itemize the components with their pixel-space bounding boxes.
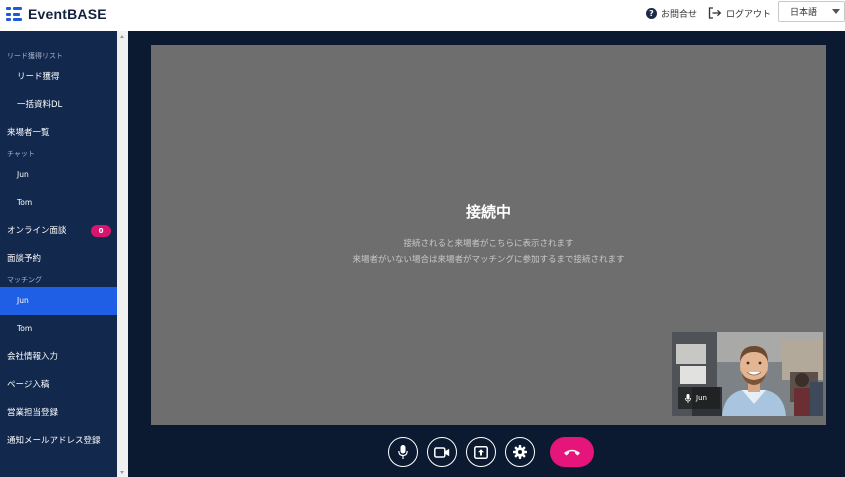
scroll-down-icon[interactable] — [120, 471, 124, 474]
video-camera-icon — [434, 446, 450, 458]
logo-text: EventBASE — [28, 6, 107, 22]
toggle-camera-button[interactable] — [427, 437, 457, 467]
count-badge: 0 — [91, 225, 111, 237]
scroll-up-icon[interactable] — [120, 35, 124, 38]
sidebar-scrollbar[interactable] — [117, 31, 128, 477]
self-name-label: Jun — [696, 394, 707, 402]
sidebar-item-page-entry[interactable]: ページ入稿 — [0, 371, 117, 399]
connection-message-2: 来場者がいない場合は来場者がマッチングに参加するまで接続されます — [352, 255, 625, 265]
sidebar-item-chat-jun[interactable]: Jun — [0, 161, 117, 189]
sidebar-item-visitor-list[interactable]: 来場者一覧 — [0, 119, 117, 147]
connection-message-1: 接続されると来場者がこちらに表示されます — [403, 239, 574, 249]
sidebar-item-interview-booking[interactable]: 面談予約 — [0, 245, 117, 273]
call-controls — [388, 437, 594, 467]
screen-share-button[interactable] — [466, 437, 496, 467]
sidebar-item-notify-email[interactable]: 通知メールアドレス登録 — [0, 427, 117, 455]
video-call-area: 接続中 接続されると来場者がこちらに表示されます 来場者がいない場合は来場者がマ… — [128, 31, 845, 477]
logout-label: ログアウト — [726, 9, 772, 20]
sidebar-item-matching-jun[interactable]: Jun — [0, 287, 117, 315]
self-video-preview: Jun — [672, 332, 823, 416]
help-label: お問合せ — [661, 9, 698, 20]
sidebar-menu: リード獲得リスト リード獲得 一括資料DL 来場者一覧 チャット Jun Tom… — [0, 31, 117, 477]
sidebar-item-matching-tom[interactable]: Tom — [0, 315, 117, 343]
logout-link[interactable]: ログアウト — [708, 5, 771, 21]
app-header: EventBASE ? お問合せ ログアウト 日本語 — [0, 0, 845, 31]
language-value: 日本語 — [790, 8, 818, 18]
end-call-button[interactable] — [550, 437, 594, 467]
sidebar-item-lead-acquisition[interactable]: リード獲得 — [0, 63, 117, 91]
sidebar-item-chat-tom[interactable]: Tom — [0, 189, 117, 217]
question-circle-icon: ? — [646, 7, 657, 19]
mute-mic-button[interactable] — [388, 437, 418, 467]
self-name-tag: Jun — [678, 387, 720, 409]
phone-hangup-icon — [564, 449, 580, 455]
connection-status-title: 接続中 — [465, 203, 511, 221]
sidebar-item-bulk-download[interactable]: 一括資料DL — [0, 91, 117, 119]
sidebar: リード獲得リスト リード獲得 一括資料DL 来場者一覧 チャット Jun Tom… — [0, 31, 128, 477]
language-select[interactable]: 日本語 — [778, 1, 845, 22]
section-label-leads: リード獲得リスト — [7, 52, 63, 60]
settings-button[interactable] — [505, 437, 535, 467]
app-logo[interactable]: EventBASE — [6, 5, 107, 23]
screen-share-icon — [474, 445, 488, 459]
sidebar-item-company-info[interactable]: 会社情報入力 — [0, 343, 117, 371]
logo-mark-icon — [6, 6, 22, 22]
gear-icon — [513, 445, 527, 459]
sidebar-item-sales-rep[interactable]: 営業担当登録 — [0, 399, 117, 427]
section-label-chat: チャット — [7, 150, 35, 158]
help-link[interactable]: ? お問合せ — [646, 5, 697, 21]
sidebar-item-online-interview[interactable]: オンライン面談 0 — [0, 217, 117, 245]
microphone-icon — [398, 445, 408, 459]
chevron-down-icon — [832, 9, 840, 14]
sidebar-item-label: オンライン面談 — [7, 226, 67, 236]
logout-icon — [708, 7, 722, 19]
microphone-icon — [685, 393, 691, 403]
section-label-matching: マッチング — [7, 276, 42, 284]
